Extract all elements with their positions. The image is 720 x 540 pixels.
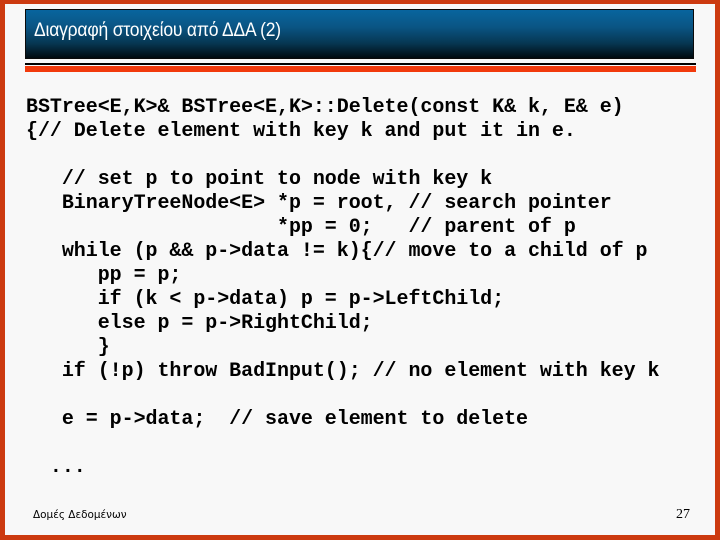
code-line: if (!p) throw BadInput(); // no element … bbox=[26, 360, 660, 383]
code-line: while (p && p->data != k){// move to a c… bbox=[26, 240, 648, 263]
code-line: if (k < p->data) p = p->LeftChild; bbox=[26, 288, 505, 311]
code-line: // set p to point to node with key k bbox=[26, 168, 493, 191]
slide: Διαγραφή στοιχείου από ΔΔΑ (2) BSTree<E,… bbox=[5, 4, 715, 535]
code-line: } bbox=[26, 336, 110, 359]
code-line: *pp = 0; // parent of p bbox=[26, 216, 576, 239]
code-line: ... bbox=[26, 456, 86, 479]
code-line: BSTree<E,K>& BSTree<E,K>::Delete(const K… bbox=[26, 96, 624, 119]
page-number: 27 bbox=[676, 507, 690, 522]
code-line: BinaryTreeNode<E> *p = root, // search p… bbox=[26, 192, 612, 215]
code-block: BSTree<E,K>& BSTree<E,K>::Delete(const K… bbox=[26, 96, 660, 480]
title-banner: Διαγραφή στοιχείου από ΔΔΑ (2) bbox=[25, 9, 694, 59]
code-line: {// Delete element with key k and put it… bbox=[26, 120, 576, 143]
title-underline-red bbox=[25, 66, 696, 72]
slide-title: Διαγραφή στοιχείου από ΔΔΑ (2) bbox=[34, 20, 281, 41]
code-line: else p = p->RightChild; bbox=[26, 312, 373, 335]
code-line: e = p->data; // save element to delete bbox=[26, 408, 528, 431]
code-line: pp = p; bbox=[26, 264, 182, 287]
title-underline-black bbox=[25, 63, 696, 65]
footer-course-name: Δομές Δεδομένων bbox=[33, 508, 127, 521]
